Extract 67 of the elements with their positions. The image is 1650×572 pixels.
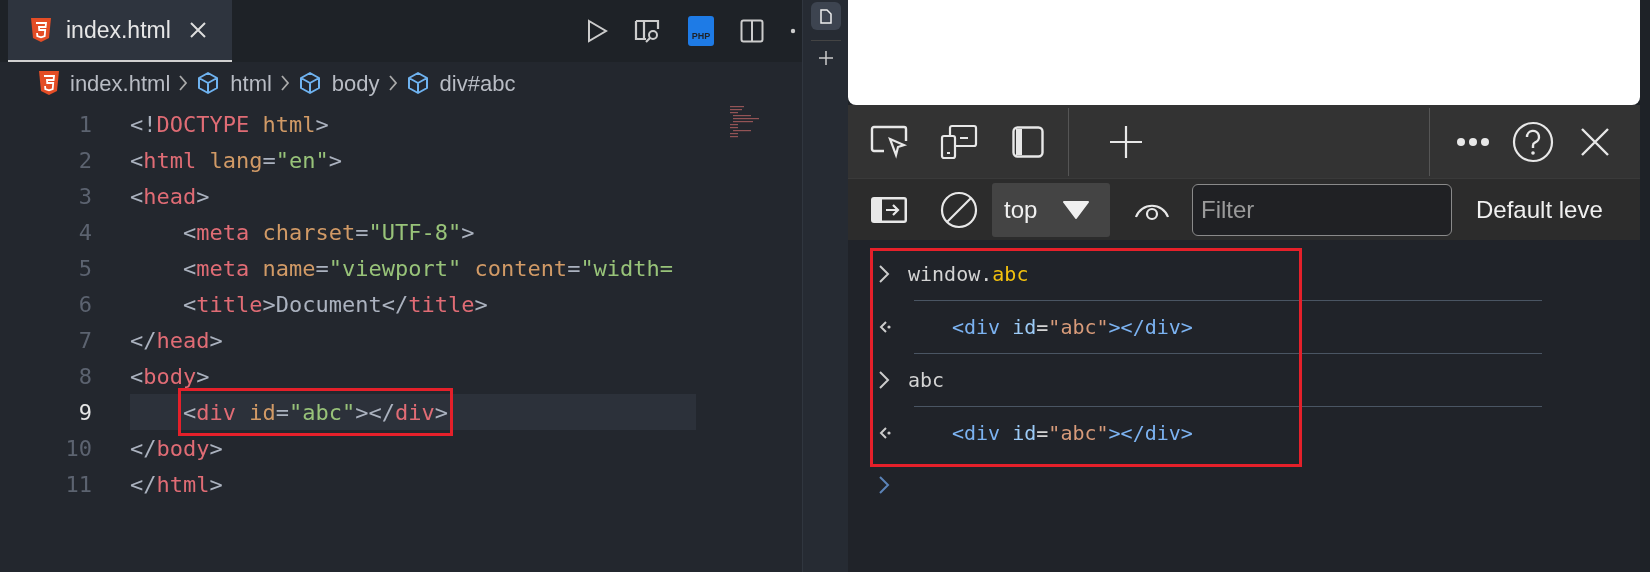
- line-number: 6: [77, 290, 92, 319]
- result-arrow-icon: [878, 426, 892, 440]
- line-number: 4: [77, 218, 92, 247]
- line-number: 9: [77, 398, 92, 427]
- console-output-text: <div id="abc"></div>: [952, 314, 1193, 341]
- html5-icon: [38, 70, 60, 96]
- chevron-icon: [387, 74, 398, 92]
- split-editor-icon[interactable]: [740, 19, 764, 43]
- line-number: 5: [77, 254, 92, 283]
- line-number: 11: [64, 470, 92, 499]
- code-line: <body>: [130, 362, 210, 391]
- cube-icon: [297, 71, 322, 95]
- chevron-icon: [279, 74, 290, 92]
- tab-label: index.html: [66, 15, 171, 45]
- code-line: <head>: [130, 182, 210, 211]
- page-tab-button[interactable]: [810, 2, 841, 30]
- line-number: 10: [64, 434, 92, 463]
- code-line: </head>: [130, 326, 223, 355]
- clear-console-icon[interactable]: [940, 190, 978, 229]
- add-tool-icon[interactable]: [1109, 124, 1143, 159]
- page-icon: [819, 8, 832, 24]
- dropdown-caret-icon: [1063, 200, 1090, 219]
- result-arrow-icon: [878, 320, 892, 334]
- php-file-icon[interactable]: PHP: [688, 16, 714, 46]
- code-line: <title>Document</title>: [183, 290, 488, 319]
- code-line: </body>: [130, 434, 223, 463]
- console-input-text: abc: [908, 367, 945, 394]
- cube-icon: [405, 71, 430, 95]
- close-icon[interactable]: [188, 21, 207, 39]
- code-line: <html lang="en">: [130, 146, 342, 175]
- line-number: 7: [77, 326, 92, 355]
- log-levels-dropdown[interactable]: Default leve: [1476, 191, 1603, 228]
- line-number: 3: [77, 182, 92, 211]
- prompt-chevron-icon[interactable]: [878, 475, 890, 495]
- filter-field[interactable]: Filter: [1192, 183, 1452, 236]
- breadcrumb-item[interactable]: html: [230, 66, 272, 100]
- line-number: 2: [77, 146, 92, 175]
- sidebar-toggle-icon[interactable]: [870, 195, 908, 224]
- line-number: 1: [77, 110, 92, 139]
- run-icon[interactable]: [586, 19, 608, 43]
- code-line: <meta charset="UTF-8">: [183, 218, 475, 247]
- dock-icon[interactable]: [1012, 125, 1044, 158]
- input-chevron-icon: [878, 264, 890, 284]
- code-line: <meta name="viewport" content="width=: [183, 254, 674, 283]
- breadcrumb-item[interactable]: div#abc: [439, 66, 516, 100]
- code-line: </html>: [130, 470, 223, 499]
- editor-tab[interactable]: index.html: [8, 0, 232, 62]
- more-icon[interactable]: [790, 28, 796, 34]
- preview-icon[interactable]: [634, 18, 662, 44]
- context-dropdown[interactable]: top: [992, 182, 1110, 237]
- console-input-text: window.abc: [908, 261, 1029, 288]
- help-icon[interactable]: [1512, 120, 1554, 163]
- more-icon[interactable]: [1456, 136, 1490, 147]
- device-icon[interactable]: [940, 123, 978, 160]
- code-line: <div id="abc"></div>: [183, 398, 448, 427]
- cube-icon: [196, 71, 221, 95]
- console-output-text: <div id="abc"></div>: [952, 420, 1193, 447]
- code-line: <!DOCTYPE html>: [130, 110, 329, 139]
- add-icon[interactable]: [818, 51, 833, 65]
- input-chevron-icon: [878, 370, 890, 390]
- chevron-icon: [178, 74, 189, 92]
- close-icon[interactable]: [1580, 126, 1610, 157]
- breadcrumb-item[interactable]: body: [331, 66, 380, 100]
- line-number: 8: [77, 362, 92, 391]
- breadcrumb-item[interactable]: index.html: [70, 66, 171, 100]
- inspect-icon[interactable]: [870, 124, 908, 159]
- html5-icon: [30, 17, 52, 43]
